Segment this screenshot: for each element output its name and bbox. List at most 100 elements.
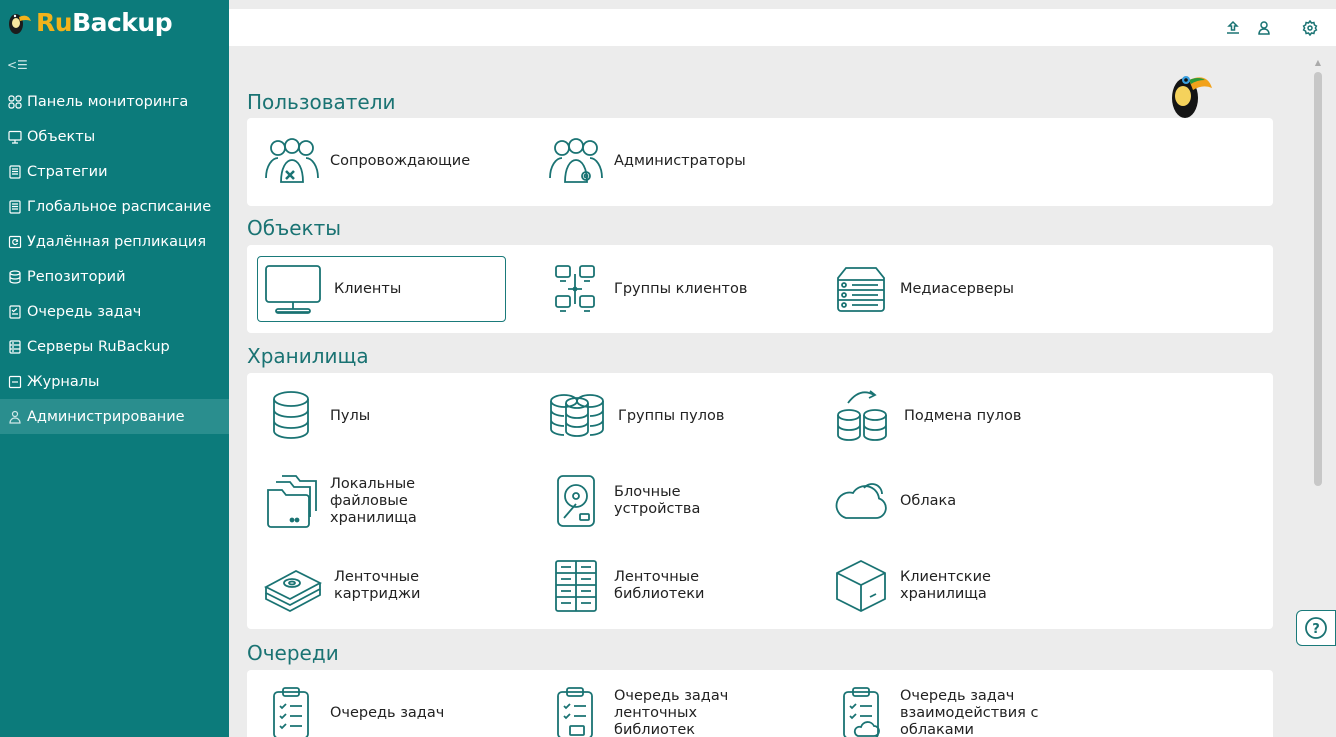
database-icon bbox=[7, 269, 23, 285]
tile-label: Очередь задач ленточных библиотек bbox=[614, 687, 729, 737]
user-icon[interactable] bbox=[1255, 19, 1273, 37]
tape-queue-icon bbox=[557, 687, 593, 737]
replication-icon bbox=[7, 234, 23, 250]
sidebar-item-label: Журналы bbox=[27, 373, 100, 390]
monitor-icon bbox=[7, 129, 23, 145]
tile-local-file-storage[interactable]: Локальные файловые хранилища bbox=[261, 468, 511, 534]
sidebar-item-servers[interactable]: Серверы RuBackup bbox=[0, 329, 229, 364]
tile-media-servers[interactable]: Медиасерверы bbox=[831, 256, 1081, 322]
top-bar bbox=[229, 9, 1336, 46]
admin-icon bbox=[7, 409, 23, 425]
settings-icon[interactable] bbox=[1301, 19, 1319, 37]
sidebar-item-strategies[interactable]: Стратегии bbox=[0, 154, 229, 189]
sidebar-item-logs[interactable]: Журналы bbox=[0, 364, 229, 399]
sidebar-item-administration[interactable]: Администрирование bbox=[0, 399, 229, 434]
tile-label: Пулы bbox=[330, 407, 371, 424]
sidebar-item-monitoring[interactable]: Панель мониторинга bbox=[0, 84, 229, 119]
tile-task-queue[interactable]: Очередь задач bbox=[261, 680, 511, 737]
pool-icon bbox=[273, 391, 309, 439]
section-title-users: Пользователи bbox=[247, 90, 396, 114]
sidebar-item-label: Репозиторий bbox=[27, 268, 126, 285]
media-servers-icon bbox=[837, 267, 885, 312]
logo-backup-text: Backup bbox=[72, 7, 173, 37]
tile-clouds[interactable]: Облака bbox=[831, 468, 1081, 534]
document-icon bbox=[7, 199, 23, 215]
sidebar-item-label: Серверы RuBackup bbox=[27, 338, 170, 355]
tile-client-groups[interactable]: Группы клиентов bbox=[545, 256, 795, 322]
scroll-up-arrow-icon[interactable]: ▲ bbox=[1313, 58, 1323, 68]
server-icon bbox=[7, 339, 23, 355]
tile-pools[interactable]: Пулы bbox=[261, 383, 511, 449]
tile-pool-swap[interactable]: Подмена пулов bbox=[831, 383, 1081, 449]
tile-label: Группы пулов bbox=[618, 407, 725, 424]
toucan-mascot-icon bbox=[1172, 76, 1212, 118]
administrators-icon bbox=[549, 138, 603, 183]
tile-administrators[interactable]: Администраторы bbox=[545, 128, 795, 194]
tile-clients[interactable]: Клиенты bbox=[257, 256, 506, 322]
upload-icon[interactable] bbox=[1224, 19, 1242, 37]
sidebar-item-objects[interactable]: Объекты bbox=[0, 119, 229, 154]
main-content: Пользователи Сопровождающие Администрато… bbox=[229, 46, 1311, 737]
tile-tape-library-queue[interactable]: Очередь задач ленточных библиотек bbox=[545, 680, 795, 737]
tile-label: Администраторы bbox=[614, 152, 746, 169]
help-button[interactable]: ? bbox=[1296, 610, 1336, 646]
sidebar-item-task-queue[interactable]: Очередь задач bbox=[0, 294, 229, 329]
tile-label: Локальные файловые хранилища bbox=[330, 475, 417, 526]
local-folders-icon bbox=[267, 475, 317, 528]
sidebar: RuBackup <☰ Панель мониторинга Объекты С… bbox=[0, 0, 229, 737]
tile-label: Очередь задач bbox=[330, 704, 445, 721]
help-icon: ? bbox=[1305, 617, 1327, 639]
sidebar-item-label: Стратегии bbox=[27, 163, 108, 180]
tile-tape-cartridges[interactable]: Ленточные картриджи bbox=[261, 553, 511, 619]
queues-card: Очередь задач Очередь задач ленточных би… bbox=[247, 670, 1273, 737]
client-monitor-icon bbox=[265, 265, 321, 314]
cloud-icon bbox=[835, 483, 887, 519]
sidebar-nav: Панель мониторинга Объекты Стратегии Гло… bbox=[0, 84, 229, 434]
users-card: Сопровождающие Администраторы bbox=[247, 118, 1273, 206]
sidebar-item-remote-replication[interactable]: Удалённая репликация bbox=[0, 224, 229, 259]
tile-label: Блочные устройства bbox=[614, 484, 701, 517]
sidebar-item-label: Удалённая репликация bbox=[27, 233, 207, 250]
sidebar-item-label: Администрирование bbox=[27, 408, 185, 425]
tile-tape-libraries[interactable]: Ленточные библиотеки bbox=[545, 553, 795, 619]
pool-groups-icon bbox=[550, 394, 604, 437]
document-icon bbox=[7, 164, 23, 180]
tile-label: Клиенты bbox=[334, 280, 402, 297]
logo-ru-text: Ru bbox=[36, 7, 73, 37]
sidebar-item-repository[interactable]: Репозиторий bbox=[0, 259, 229, 294]
sidebar-item-label: Очередь задач bbox=[27, 303, 142, 320]
maintainers-icon bbox=[265, 138, 319, 183]
tile-label: Подмена пулов bbox=[904, 407, 1022, 424]
tile-label: Группы клиентов bbox=[614, 280, 748, 297]
rubackup-logo[interactable]: RuBackup bbox=[6, 2, 173, 42]
tile-maintainers[interactable]: Сопровождающие bbox=[261, 128, 511, 194]
storage-card: Пулы Группы пулов Подмена пулов Локальны… bbox=[247, 373, 1273, 629]
tile-label: Клиентские хранилища bbox=[900, 569, 991, 602]
tile-label: Облака bbox=[900, 492, 957, 509]
tile-cloud-queue[interactable]: Очередь задач взаимодействия с облаками bbox=[831, 680, 1081, 737]
box-icon bbox=[836, 559, 886, 613]
sidebar-item-global-schedule[interactable]: Глобальное расписание bbox=[0, 189, 229, 224]
tile-client-storage[interactable]: Клиентские хранилища bbox=[831, 553, 1081, 619]
objects-card: Клиенты Группы клиентов Медиасерверы bbox=[247, 245, 1273, 333]
hard-disk-icon bbox=[557, 475, 595, 527]
pool-swap-icon bbox=[837, 390, 887, 441]
collapse-sidebar-icon[interactable]: <☰ bbox=[7, 58, 28, 72]
section-title-storage: Хранилища bbox=[247, 344, 369, 368]
scroll-thumb[interactable] bbox=[1314, 72, 1322, 486]
client-groups-icon bbox=[555, 265, 595, 312]
log-icon bbox=[7, 374, 23, 390]
tile-label: Сопровождающие bbox=[330, 152, 471, 169]
tape-cartridges-icon bbox=[264, 569, 322, 613]
tile-label: Ленточные библиотеки bbox=[614, 569, 705, 602]
checklist-icon bbox=[7, 304, 23, 320]
section-title-queues: Очереди bbox=[247, 641, 339, 665]
section-title-objects: Объекты bbox=[247, 216, 342, 240]
tile-block-devices[interactable]: Блочные устройства bbox=[545, 468, 795, 534]
sidebar-item-label: Объекты bbox=[27, 128, 96, 145]
sidebar-item-label: Глобальное расписание bbox=[27, 198, 212, 215]
toucan-logo-icon bbox=[9, 14, 31, 34]
tile-pool-groups[interactable]: Группы пулов bbox=[545, 383, 795, 449]
tile-label: Медиасерверы bbox=[900, 280, 1014, 297]
dashboard-icon bbox=[7, 94, 23, 110]
